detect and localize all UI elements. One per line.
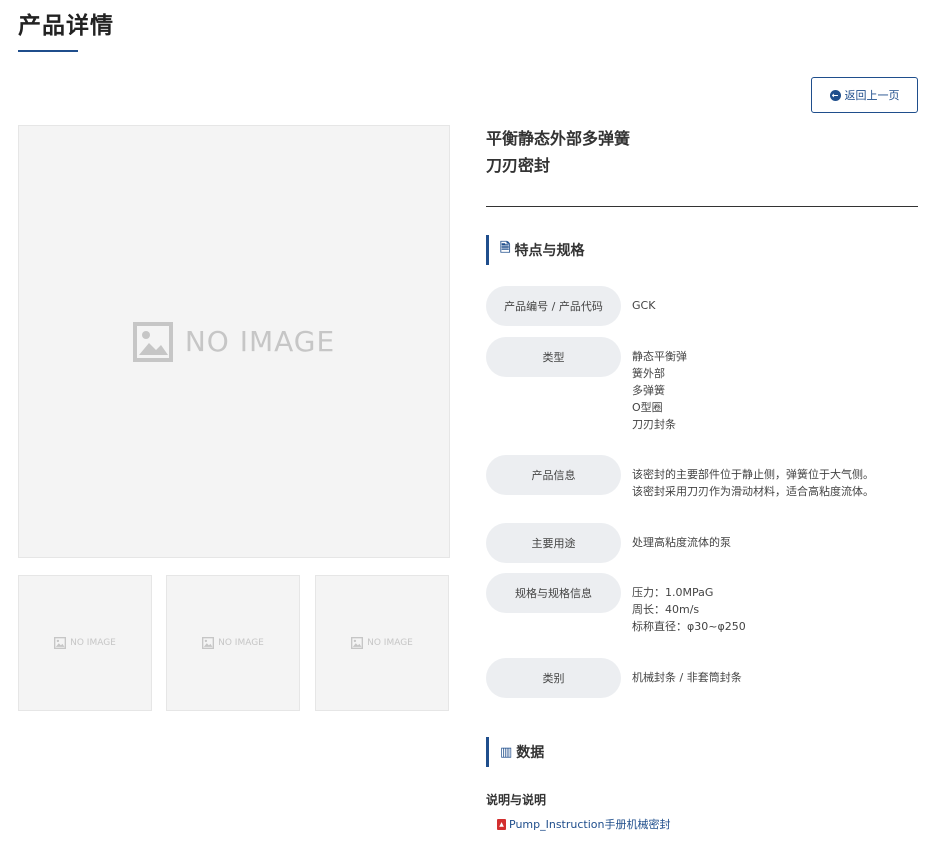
chart-icon: ▥ bbox=[500, 744, 513, 760]
product-name-line: 平衡静态外部多弹簧 bbox=[486, 129, 631, 148]
spec-value-type: 静态平衡弹 簧外部 多弹簧 O型圈 刀刃封条 bbox=[632, 350, 687, 431]
image-placeholder-icon bbox=[202, 637, 215, 649]
back-button-label: 返回上一页 bbox=[844, 89, 900, 102]
no-image-text: NO IMAGE bbox=[367, 638, 413, 648]
downloads-title: 说明与说明 bbox=[486, 793, 547, 807]
product-name: 平衡静态外部多弹簧 刀刃密封 bbox=[486, 125, 630, 179]
spec-label-info: 产品信息 bbox=[486, 455, 621, 495]
arrow-left-circle-icon: ← bbox=[829, 89, 841, 101]
thumbnail[interactable]: NO IMAGE bbox=[18, 575, 152, 711]
no-image-text: NO IMAGE bbox=[184, 325, 336, 358]
specs-section-title: 特点与规格 bbox=[514, 243, 585, 259]
spec-label-type: 类型 bbox=[486, 337, 621, 377]
image-placeholder-icon bbox=[54, 637, 67, 649]
download-link[interactable]: ▲ Pump_Instruction手册机械密封 bbox=[497, 816, 670, 832]
thumbnail[interactable]: NO IMAGE bbox=[166, 575, 300, 711]
specs-section-heading: 🗎 特点与规格 bbox=[486, 235, 584, 265]
document-icon: 🗎 bbox=[500, 241, 511, 256]
data-section-heading: ▥ 数据 bbox=[486, 737, 544, 767]
divider bbox=[486, 206, 918, 207]
spec-value-info: 该密封的主要部件位于静止侧，弹簧位于大气侧。 该密封采用刀刃作为滑动材料，适合高… bbox=[632, 468, 874, 498]
download-link-label[interactable]: Pump_Instruction手册机械密封 bbox=[509, 816, 670, 832]
spec-value-code: GCK bbox=[632, 299, 656, 312]
spec-label-code: 产品编号 / 产品代码 bbox=[486, 286, 621, 326]
spec-label-category: 类别 bbox=[486, 658, 621, 698]
data-section-title: 数据 bbox=[516, 745, 545, 761]
page-title: 产品详情 bbox=[18, 13, 114, 39]
title-underline bbox=[18, 50, 78, 52]
no-image-text: NO IMAGE bbox=[218, 638, 264, 648]
product-name-line: 刀刃密封 bbox=[486, 156, 551, 175]
spec-value-usage: 处理高粘度流体的泵 bbox=[632, 536, 731, 549]
spec-label-usage: 主要用途 bbox=[486, 523, 621, 563]
spec-label-specinfo: 规格与规格信息 bbox=[486, 573, 621, 613]
spec-value-specinfo: 压力：1.0MPaG 周长：40m/s 标称直径：φ30~φ250 bbox=[632, 586, 746, 633]
image-placeholder-icon bbox=[351, 637, 364, 649]
pdf-icon: ▲ bbox=[497, 818, 506, 830]
spec-value-category: 机械封条 / 非套筒封条 bbox=[632, 671, 742, 684]
main-product-image: NO IMAGE bbox=[18, 125, 450, 558]
no-image-text: NO IMAGE bbox=[70, 638, 116, 648]
thumbnail[interactable]: NO IMAGE bbox=[315, 575, 449, 711]
image-placeholder-icon bbox=[132, 321, 173, 362]
back-button[interactable]: ← 返回上一页 bbox=[811, 77, 918, 113]
